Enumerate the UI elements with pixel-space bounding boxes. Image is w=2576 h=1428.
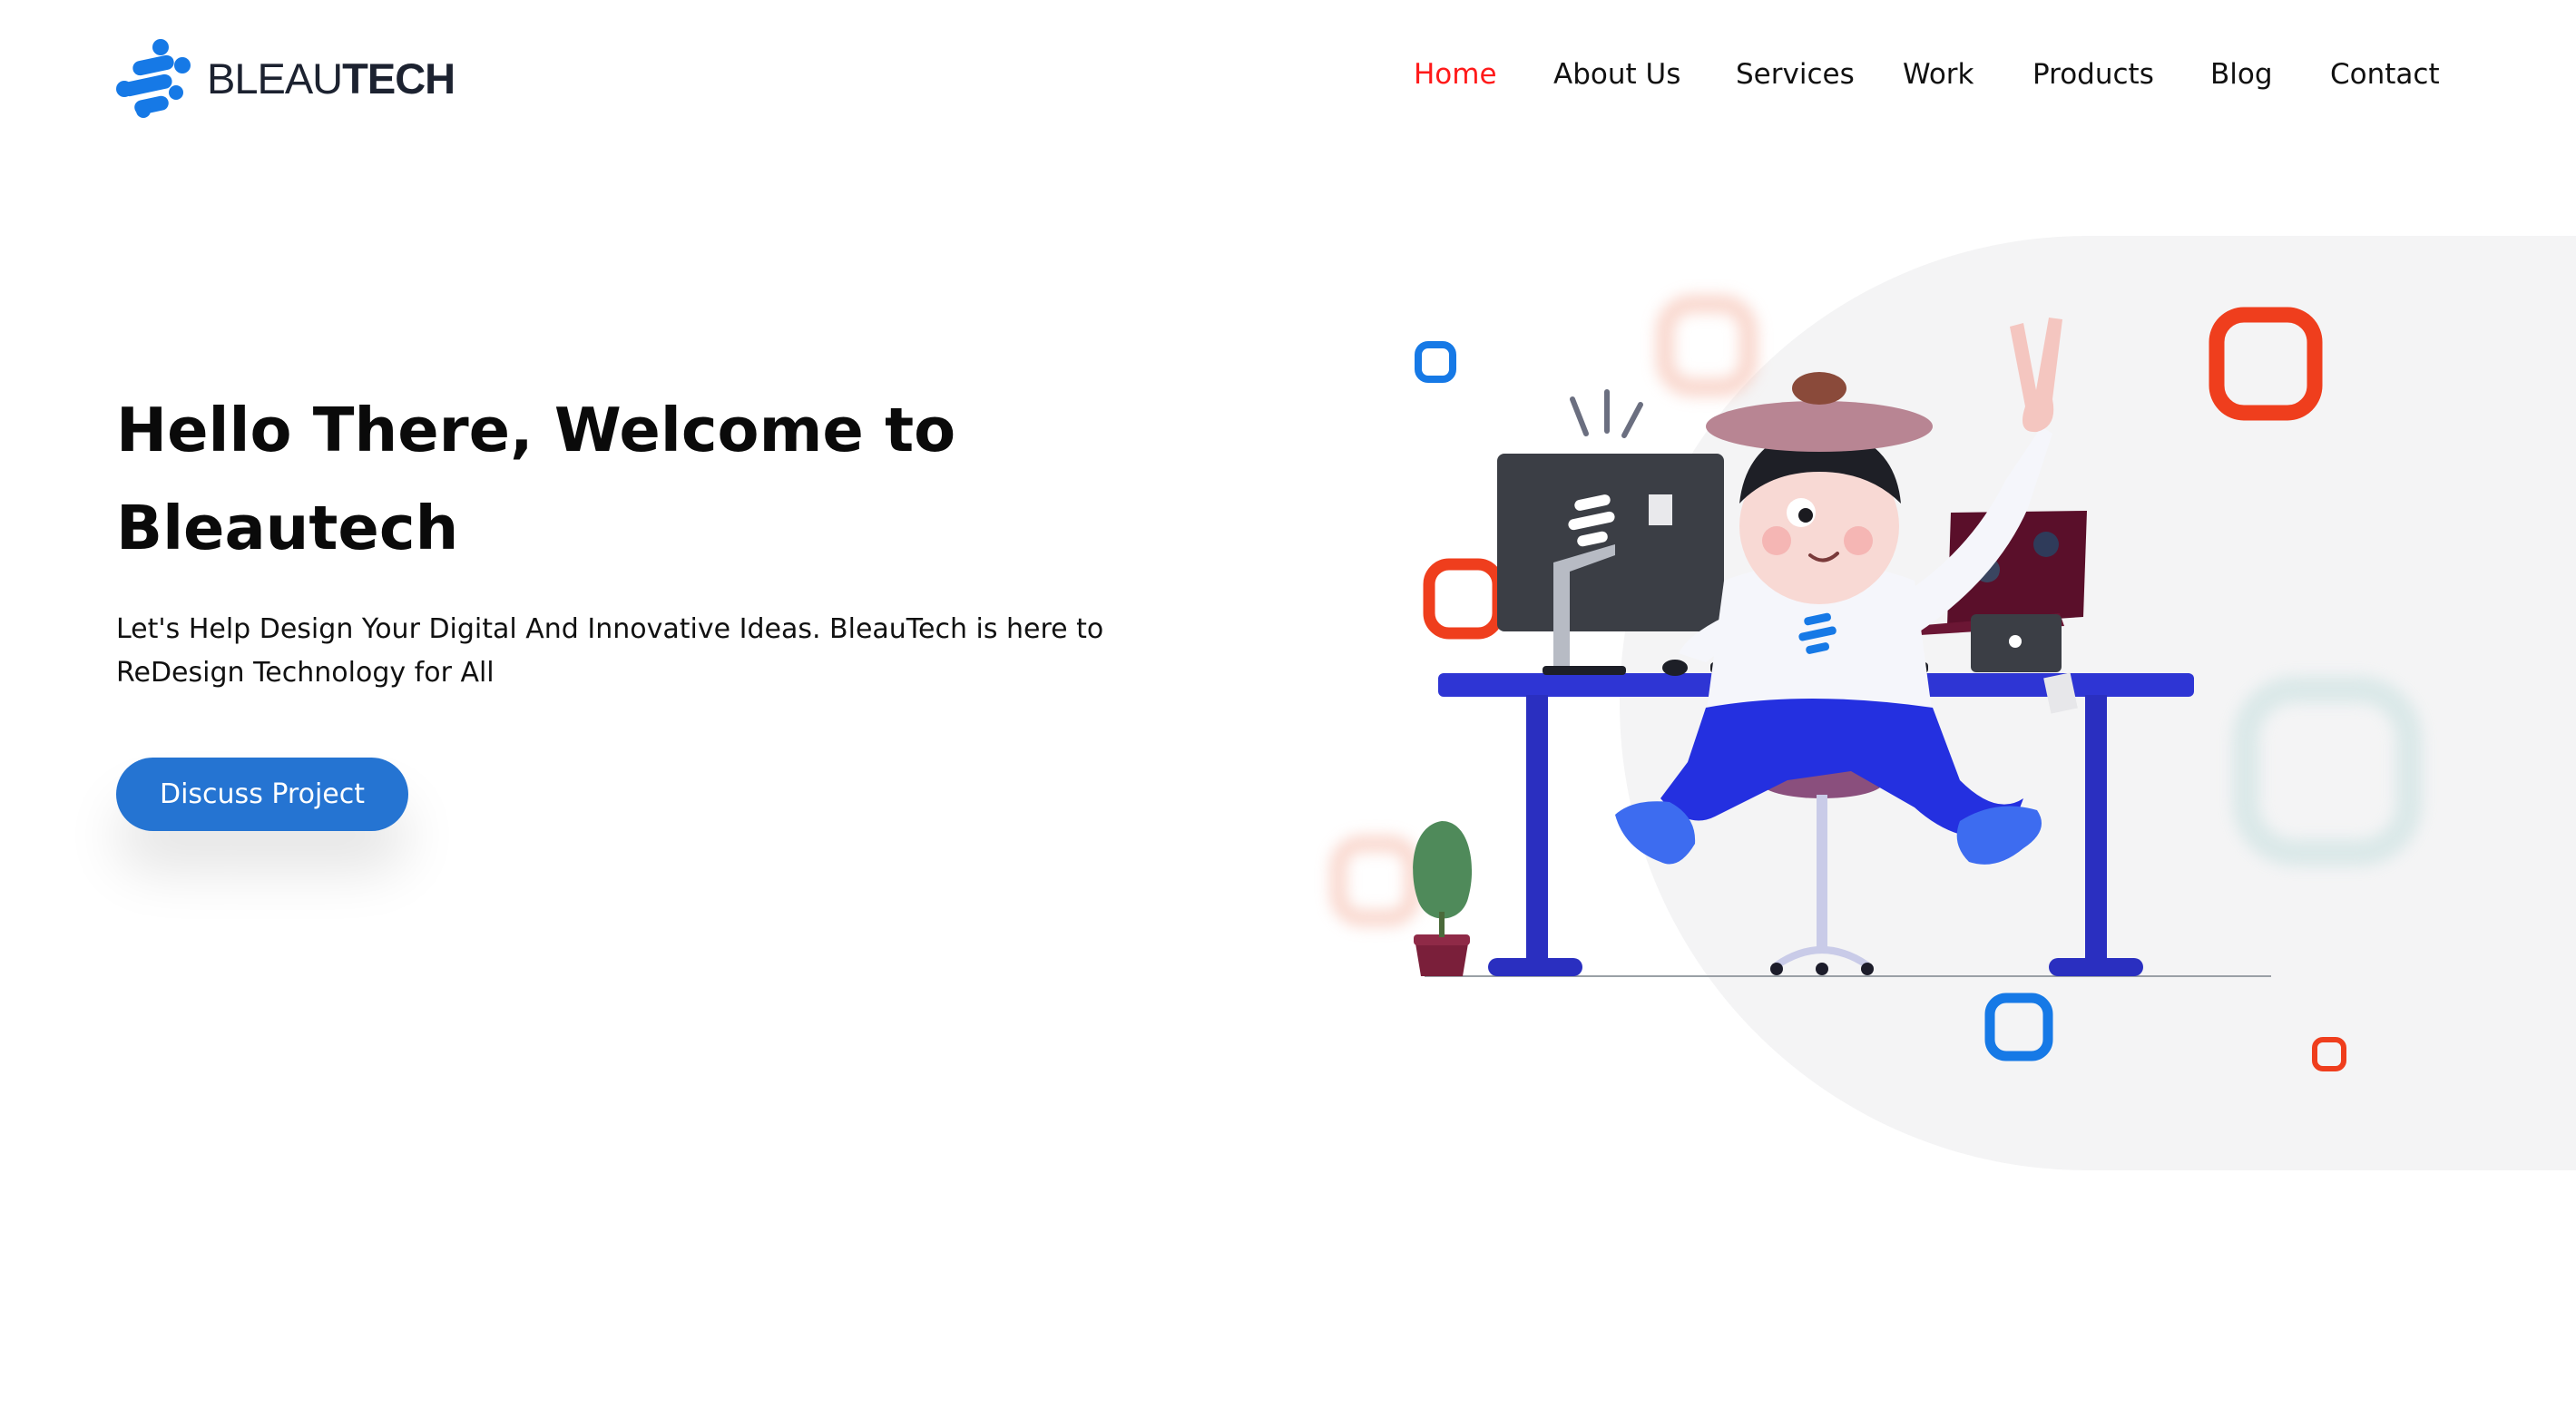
decor-square-blurred-3 [2232, 676, 2423, 866]
desk-character-illustration [1330, 295, 2423, 1071]
decor-square-orange-left [1423, 558, 1504, 640]
mouse [1662, 660, 1688, 676]
decor-square-orange-large [2209, 307, 2323, 421]
monitor-screen [1497, 454, 1724, 631]
plant-pot [1415, 944, 1468, 976]
decor-square-blurred-2 [1330, 836, 1421, 926]
plant-leaves [1413, 821, 1473, 919]
character-hat-top [1792, 372, 1846, 405]
character-hat-brim [1706, 401, 1933, 452]
desk-leg-left [1526, 695, 1548, 967]
landing-page: BLEAUTECH Home About Us Services Work Pr… [0, 0, 2576, 1428]
decor-square-orange-small [2312, 1037, 2346, 1071]
decor-square-blurred-1 [1656, 295, 1758, 396]
peace-sign-hand [2010, 318, 2062, 433]
desk-leg-right [2085, 695, 2107, 967]
decor-square-blue-small [1415, 341, 1456, 383]
decor-square-blue-bottom [1984, 993, 2053, 1061]
